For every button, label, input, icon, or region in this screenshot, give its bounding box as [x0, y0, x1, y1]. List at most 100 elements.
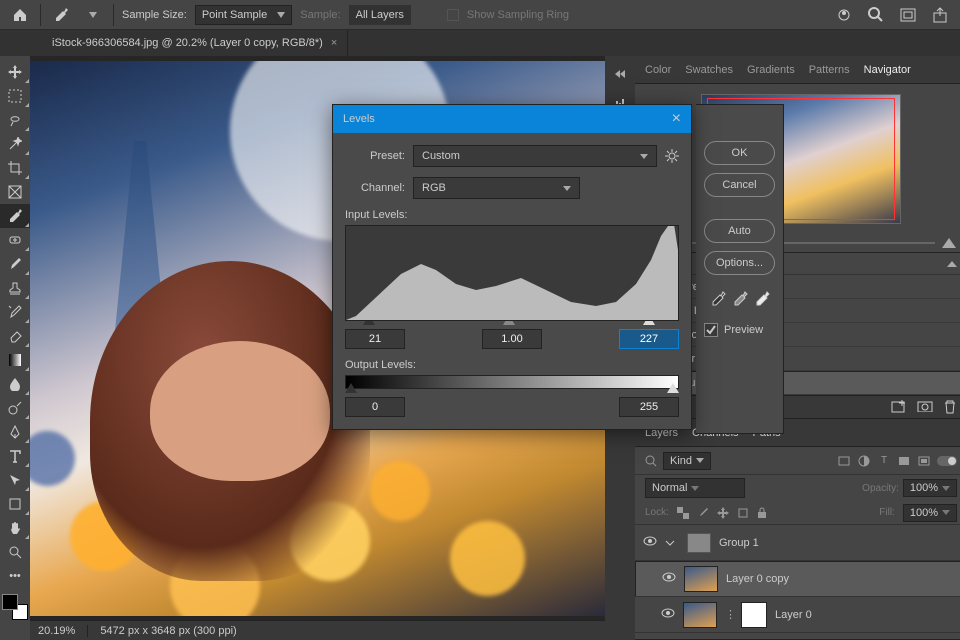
frame-icon[interactable]	[896, 3, 920, 27]
zoom-tool[interactable]	[0, 540, 30, 564]
layer-name[interactable]: Layer 0 copy	[726, 573, 789, 585]
stamp-tool[interactable]	[0, 276, 30, 300]
opacity-input[interactable]: 100%	[903, 479, 957, 497]
tab-patterns[interactable]: Patterns	[809, 64, 850, 76]
collapse-icon[interactable]	[608, 62, 632, 86]
frame-tool[interactable]	[0, 180, 30, 204]
type-tool[interactable]	[0, 444, 30, 468]
dodge-tool[interactable]	[0, 396, 30, 420]
fill-input[interactable]: 100%	[903, 504, 957, 522]
gear-icon[interactable]	[665, 149, 679, 163]
filter-toggle[interactable]	[937, 456, 957, 466]
out-white-input[interactable]: 255	[619, 397, 679, 417]
tab-gradients[interactable]: Gradients	[747, 64, 795, 76]
eyedropper-gray-icon[interactable]	[732, 291, 748, 307]
zoom-status[interactable]: 20.19%	[38, 625, 88, 637]
document-tab[interactable]: iStock-966306584.jpg @ 20.2% (Layer 0 co…	[42, 30, 348, 56]
layer-name[interactable]: Layer 0	[775, 609, 812, 621]
tab-color[interactable]: Color	[645, 64, 671, 76]
layer-thumbnail[interactable]	[684, 566, 718, 592]
folder-icon	[687, 533, 711, 553]
output-slider[interactable]	[345, 383, 679, 393]
wand-tool[interactable]	[0, 132, 30, 156]
move-tool[interactable]	[0, 60, 30, 84]
preview-checkbox[interactable]: Preview	[704, 323, 775, 337]
camera-icon[interactable]	[917, 400, 933, 414]
lock-pos-icon[interactable]	[717, 507, 729, 519]
sample-size-select[interactable]: Point Sample	[195, 5, 292, 25]
cancel-button[interactable]: Cancel	[704, 173, 775, 197]
layer-mask[interactable]	[741, 602, 767, 628]
layer-row[interactable]: Layer 0 copy	[635, 561, 960, 597]
eyedropper-tool[interactable]	[0, 204, 30, 228]
close-icon[interactable]: ×	[672, 110, 681, 128]
filter-adjust-icon[interactable]	[857, 454, 871, 468]
eyedropper-tool-icon[interactable]	[49, 3, 73, 27]
gamma-input[interactable]: 1.00	[482, 329, 542, 349]
filter-shape-icon[interactable]	[897, 454, 911, 468]
channel-select[interactable]: RGB	[413, 177, 580, 199]
search-icon[interactable]	[864, 3, 888, 27]
new-icon[interactable]	[891, 400, 907, 414]
brush-tool[interactable]	[0, 252, 30, 276]
chevron-down-icon[interactable]	[81, 3, 105, 27]
channel-label: Channel:	[345, 182, 405, 194]
gradient-tool[interactable]	[0, 348, 30, 372]
out-white-handle[interactable]	[667, 383, 679, 393]
trash-icon[interactable]	[943, 400, 957, 414]
zoom-in-icon[interactable]	[941, 237, 957, 249]
pen-tool[interactable]	[0, 420, 30, 444]
lock-all-icon[interactable]	[757, 507, 767, 519]
history-brush-tool[interactable]	[0, 300, 30, 324]
shape-tool[interactable]	[0, 492, 30, 516]
eraser-tool[interactable]	[0, 324, 30, 348]
filter-type-icon[interactable]: T	[877, 454, 891, 468]
ok-button[interactable]: OK	[704, 141, 775, 165]
blend-mode-select[interactable]: Normal	[645, 478, 745, 498]
layer-name[interactable]: Group 1	[719, 537, 759, 549]
white-point-input[interactable]: 227	[619, 329, 679, 349]
share-icon[interactable]	[928, 3, 952, 27]
options-button[interactable]: Options...	[704, 251, 775, 275]
layer-row[interactable]: ⋮ Layer 0	[635, 597, 960, 633]
blur-tool[interactable]	[0, 372, 30, 396]
home-icon[interactable]	[8, 3, 32, 27]
eyedropper-white-icon[interactable]	[754, 291, 770, 307]
tab-navigator[interactable]: Navigator	[864, 64, 911, 76]
lock-transparent-icon[interactable]	[677, 507, 689, 519]
eye-icon[interactable]	[662, 572, 676, 586]
auto-button[interactable]: Auto	[704, 219, 775, 243]
eyedropper-black-icon[interactable]	[710, 291, 726, 307]
eye-icon[interactable]	[661, 608, 675, 622]
path-select-tool[interactable]	[0, 468, 30, 492]
preset-select[interactable]: Custom	[413, 145, 657, 167]
more-tools[interactable]: •••	[0, 564, 30, 588]
output-levels-label: Output Levels:	[345, 359, 679, 371]
doc-dims[interactable]: 5472 px x 3648 px (300 ppi)	[100, 625, 236, 637]
heal-tool[interactable]	[0, 228, 30, 252]
lasso-tool[interactable]	[0, 108, 30, 132]
filter-smart-icon[interactable]	[917, 454, 931, 468]
lock-artboard-icon[interactable]	[737, 507, 749, 519]
layer-row-group[interactable]: Group 1	[635, 525, 960, 561]
tab-swatches[interactable]: Swatches	[685, 64, 733, 76]
black-point-input[interactable]: 21	[345, 329, 405, 349]
hand-tool[interactable]	[0, 516, 30, 540]
layer-thumbnail[interactable]	[683, 602, 717, 628]
search-icon[interactable]	[645, 455, 657, 467]
out-black-handle[interactable]	[345, 383, 357, 393]
filter-pixel-icon[interactable]	[837, 454, 851, 468]
cloud-icon[interactable]	[832, 3, 856, 27]
histogram[interactable]	[345, 225, 679, 321]
out-black-input[interactable]: 0	[345, 397, 405, 417]
close-icon[interactable]: ×	[331, 37, 337, 49]
kind-filter[interactable]: Kind	[663, 452, 711, 470]
dialog-titlebar[interactable]: Levels ×	[333, 105, 691, 133]
chevron-down-icon[interactable]	[665, 538, 679, 548]
eye-icon[interactable]	[643, 536, 657, 550]
marquee-tool[interactable]	[0, 84, 30, 108]
color-swatches[interactable]	[2, 594, 28, 620]
lock-brush-icon[interactable]	[697, 507, 709, 519]
layer-filter-row: Kind T	[635, 447, 960, 475]
crop-tool[interactable]	[0, 156, 30, 180]
